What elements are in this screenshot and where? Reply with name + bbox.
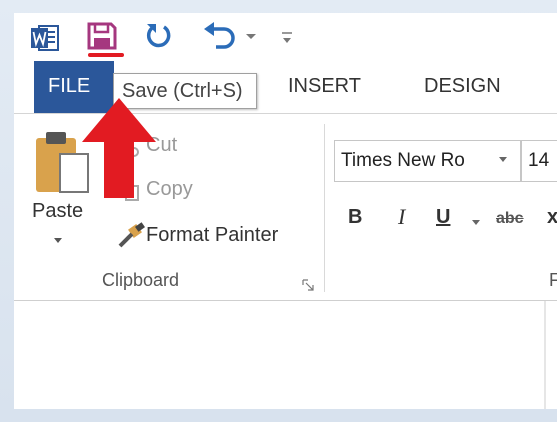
page-edge	[544, 301, 546, 409]
repeat-icon[interactable]	[144, 21, 174, 51]
underline-dropdown-icon[interactable]	[472, 220, 480, 225]
font-size-combo[interactable]: 14	[521, 140, 557, 182]
save-highlight-underline	[88, 53, 124, 57]
dialog-launcher-icon[interactable]	[302, 279, 314, 291]
tab-design[interactable]: DESIGN	[424, 75, 501, 98]
subscript-button[interactable]: x	[547, 206, 557, 229]
undo-dropdown-icon[interactable]	[244, 29, 258, 43]
quick-access-toolbar	[14, 13, 557, 61]
format-painter-icon	[118, 222, 145, 248]
red-arrow-annotation	[82, 98, 156, 198]
tab-file-label: FILE	[48, 75, 91, 97]
tab-insert[interactable]: INSERT	[288, 75, 361, 98]
group-separator	[324, 124, 325, 292]
format-painter-label: Format Painter	[146, 224, 279, 246]
screenshot-frame: FILE INSERT DESIGN Paste Cut Copy Format…	[0, 0, 557, 422]
document-area[interactable]	[14, 301, 557, 409]
font-name-value: Times New Ro	[341, 150, 465, 171]
undo-icon[interactable]	[202, 21, 238, 51]
paste-label[interactable]: Paste	[32, 200, 83, 223]
font-size-value: 14	[528, 150, 550, 171]
customize-qat-icon[interactable]	[280, 29, 294, 47]
font-name-dropdown-icon[interactable]	[499, 157, 507, 162]
clipboard-group-label: Clipboard	[102, 270, 180, 290]
underline-button[interactable]: U	[436, 206, 450, 229]
word-window: FILE INSERT DESIGN Paste Cut Copy Format…	[14, 13, 557, 409]
font-group-label: F	[549, 270, 557, 290]
strikethrough-button[interactable]: abc	[496, 210, 524, 228]
save-icon[interactable]	[86, 21, 118, 51]
font-name-combo[interactable]: Times New Ro	[334, 140, 521, 182]
paste-dropdown-icon[interactable]	[54, 238, 62, 243]
italic-button[interactable]: I	[398, 204, 405, 230]
word-app-icon[interactable]	[30, 23, 60, 53]
bold-button[interactable]: B	[348, 206, 362, 229]
